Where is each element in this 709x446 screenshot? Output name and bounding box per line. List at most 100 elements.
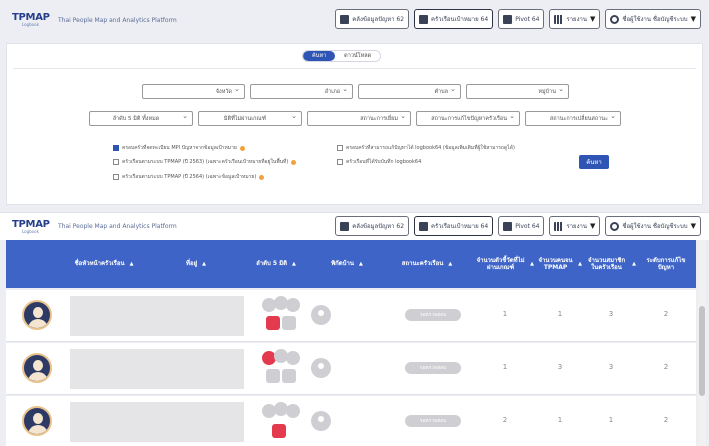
subdistrict-select[interactable]: ตำบล [358,84,461,99]
database-icon [419,221,429,231]
divider [13,68,696,69]
map-pin-icon[interactable] [311,411,331,431]
failed-dimension-select[interactable]: มิติที่ไม่ผ่านเกณฑ์ [198,111,302,126]
logo-subtext: Logbook [22,228,39,234]
members-value: 3 [608,310,614,318]
col-head-coordinates[interactable]: พิกัดบ้าน ▲ [316,240,378,288]
report-icon [554,14,564,24]
info-icon [259,174,265,180]
sort-icon: ▲ [578,260,582,267]
col-head-five-dimension[interactable]: ลำดับ 5 มิติ ▲ [241,240,311,288]
checkbox-checked[interactable] [113,145,119,151]
name-address-placeholder [70,296,244,336]
members-value: 1 [608,416,614,424]
checkbox-box[interactable] [113,159,119,165]
col-head-name[interactable]: ชื่อหัวหน้าครัวเรือน ▲ [68,240,140,288]
education-icon[interactable] [286,298,300,312]
failed-indicators-value: 1 [502,363,508,371]
five-dimension-select[interactable]: ลำดับ 5 มิติ ทั้งหมด [89,111,193,126]
failed-indicators-value: 2 [502,416,508,424]
mode-toggle: ค้นหา ดาวน์โหลด [302,50,382,62]
visit-status-select[interactable]: สถานะการเยี่ยม [307,111,411,126]
checkbox-tpmap-2564[interactable]: ครัวเรือนตามระบบ TPMAP (ปี 2564) (เฉพาะข… [113,173,265,181]
tab-download[interactable]: ดาวน์โหลด [335,51,381,61]
platform-tagline: Thai People Map and Analytics Platform [58,223,177,230]
scrollbar-thumb[interactable] [699,306,705,396]
resolution-level-value: 2 [663,310,669,318]
col-head-failed-indicators[interactable]: จำนวนตัวชี้วัดที่ไม่ผ่านเกณฑ์ ▲ [476,240,534,288]
col-head-poor-count[interactable]: จำนวนคนจน TPMAP ▲ [538,240,582,288]
database-icon [419,14,429,24]
table-scrollbar[interactable] [698,240,706,446]
five-dimension-icons [260,294,300,338]
sort-icon: ▲ [129,260,134,267]
database-icon [340,14,350,24]
checkbox-box[interactable] [113,174,119,180]
pivot-button[interactable]: Pivot 64 [498,216,545,236]
col-head-status[interactable]: สถานะครัวเรือน ▲ [382,240,472,288]
avatar [22,300,52,330]
col-head-address[interactable]: ที่อยู่ ▲ [156,240,236,288]
resolution-level-value: 2 [663,363,669,371]
access-icon[interactable] [282,316,296,330]
search-button[interactable]: ค้นหา [579,155,609,169]
name-address-placeholder [70,349,244,389]
status-badge: รอตรวจสอบ [405,309,461,321]
pivot-button[interactable]: Pivot 64 [498,9,545,29]
logo-subtext: Logbook [22,22,39,27]
sort-icon: ▲ [202,260,206,267]
target-households-button[interactable]: ครัวเรือนเป้าหมาย 64 [414,216,494,236]
income-alert-icon[interactable] [272,424,286,438]
problem-archive-button[interactable]: คลังข้อมูลปัญหา 62 [335,9,410,29]
access-icon[interactable] [282,369,296,383]
caret-down-icon: ▼ [690,15,696,23]
checkbox-tpmap-2563[interactable]: ครัวเรือนตามระบบ TPMAP (ปี 2563) (เฉพาะค… [113,158,297,166]
report-menu-button[interactable]: รายงาน ▼ [549,216,601,236]
checkbox-box[interactable] [337,159,343,165]
village-select[interactable]: หมู่บ้าน [466,84,569,99]
resolution-status-select[interactable]: สถานะการแก้ไขปัญหาครัวเรือน [416,111,520,126]
sort-icon: ▲ [632,260,636,267]
checkbox-logbook-resolved[interactable]: ครอบครัวที่สามารถแก้ปัญหาได้ logbook64 (… [337,144,515,152]
tab-search[interactable]: ค้นหา [303,51,336,61]
database-icon [340,221,350,231]
brand-logo[interactable]: TPMAP Logbook [12,13,52,27]
logo-text: TPMAP [12,218,50,230]
caret-down-icon: ▼ [589,222,596,230]
checkbox-box[interactable] [337,145,343,151]
info-icon [239,145,245,151]
user-icon [610,14,620,24]
status-badge: รอตรวจสอบ [405,415,461,427]
income-alert-icon[interactable] [266,316,280,330]
checkbox-mpi[interactable]: ครอบครัวที่จดทะเบียน MPI ปัญหาจากข้อมูลเ… [113,144,245,152]
table-icon [503,14,513,24]
change-status-select[interactable]: สถานะการเปลี่ยนสถานะ [525,111,621,126]
table-row[interactable]: รอตรวจสอบ 1 3 3 2 [6,343,696,395]
sort-icon: ▲ [530,260,534,267]
header-buttons: คลังข้อมูลปัญหา 62 ครัวเรือนเป้าหมาย 64 … [335,9,701,29]
district-select[interactable]: อำเภอ [250,84,353,99]
table-header: ชื่อหัวหน้าครัวเรือน ▲ ที่อยู่ ▲ ลำดับ 5 ม… [6,240,696,288]
problem-archive-button[interactable]: คลังข้อมูลปัญหา 62 [335,216,410,236]
caret-down-icon: ▼ [690,222,696,230]
top-header: TPMAP Logbook Thai People Map and Analyt… [0,6,709,34]
brand-logo-sticky[interactable]: TPMAP Logbook [12,218,52,234]
user-menu-button[interactable]: ชื่อผู้ใช้งาน ชื่อบัญชีระบบ ▼ [605,216,701,236]
table-row[interactable]: รอตรวจสอบ 2 1 1 2 [6,396,696,446]
user-menu-button[interactable]: ชื่อผู้ใช้งาน ชื่อบัญชีระบบ ▼ [605,9,701,29]
map-pin-icon[interactable] [311,358,331,378]
header-buttons: คลังข้อมูลปัญหา 62 ครัวเรือนเป้าหมาย 64 … [335,216,701,236]
target-households-button[interactable]: ครัวเรือนเป้าหมาย 64 [414,9,494,29]
col-head-members[interactable]: จำนวนสมาชิกในครัวเรือน ▲ [586,240,636,288]
table-row[interactable]: รอตรวจสอบ 1 1 3 2 [6,290,696,342]
report-menu-button[interactable]: รายงาน ▼ [549,9,601,29]
map-pin-icon[interactable] [311,305,331,325]
education-icon[interactable] [286,351,300,365]
education-icon[interactable] [286,404,300,418]
col-head-resolution-level[interactable]: ระดับการแก้ไขปัญหา [640,240,692,288]
poor-count-value: 3 [557,363,563,371]
checkbox-logbook-recorded[interactable]: ครัวเรือนที่ได้รับบันทึก logbook64 [337,158,421,166]
province-select[interactable]: จังหวัด [142,84,245,99]
income-icon[interactable] [266,369,280,383]
info-icon [291,159,297,165]
